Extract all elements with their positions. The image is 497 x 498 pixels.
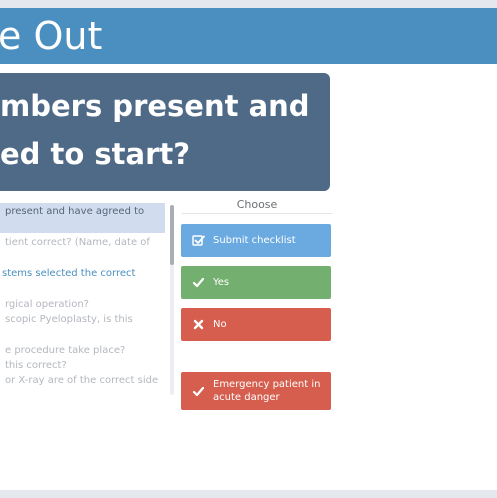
checklist-item[interactable]: or X-ray are of the correct side — [0, 373, 165, 389]
checklist-item[interactable]: stems selected the correct — [0, 266, 165, 282]
choose-divider — [182, 213, 332, 214]
app-frame: e Out mbers present and ed to start? pre… — [0, 8, 497, 490]
checklist-item-text: stems selected the correct — [2, 268, 136, 279]
yes-button[interactable]: Yes — [181, 266, 331, 299]
checklist-item[interactable]: rgical operation? — [0, 297, 165, 313]
submit-checklist-label: Submit checklist — [213, 235, 296, 246]
no-label: No — [213, 319, 227, 330]
checklist-item[interactable]: e procedure take place? — [0, 343, 165, 359]
checklist-item-text: tient correct? (Name, date of — [5, 237, 150, 248]
checklist-item-text: rgical operation? — [5, 299, 89, 310]
checklist-item[interactable]: scopic Pyeloplasty, is this — [0, 312, 165, 328]
choose-heading: Choose — [236, 198, 278, 211]
question-text-line-1: mbers present and — [0, 89, 310, 123]
checklist-item-text: scopic Pyeloplasty, is this — [5, 314, 133, 325]
checklist-item-text: this correct? — [5, 360, 67, 371]
checklist-scrollbar-thumb[interactable] — [170, 205, 174, 265]
checklist-item-text: or X-ray are of the correct side — [5, 375, 159, 386]
check-icon — [191, 384, 205, 398]
header-bar: e Out — [0, 8, 497, 64]
checklist-item[interactable]: tient correct? (Name, date of — [0, 235, 165, 251]
no-button[interactable]: No — [181, 308, 331, 341]
yes-label: Yes — [213, 277, 230, 288]
question-text-line-2: ed to start? — [0, 137, 191, 171]
page-title: e Out — [0, 14, 103, 58]
checklist-panel: present and have agreed to tient correct… — [0, 197, 165, 397]
check-icon — [191, 276, 205, 290]
checklist-item-text: present and have agreed to — [5, 206, 145, 217]
emergency-patient-label: Emergency patient in acute danger — [213, 379, 321, 403]
checklist-item[interactable]: this correct? — [0, 358, 165, 374]
close-icon — [191, 318, 205, 332]
checkbox-icon — [191, 234, 205, 248]
emergency-patient-button[interactable]: Emergency patient in acute danger — [181, 372, 331, 410]
checklist-item-text: e procedure take place? — [5, 345, 126, 356]
submit-checklist-button[interactable]: Submit checklist — [181, 224, 331, 257]
question-card: mbers present and ed to start? — [0, 73, 330, 191]
checklist-item[interactable]: present and have agreed to — [0, 203, 165, 233]
